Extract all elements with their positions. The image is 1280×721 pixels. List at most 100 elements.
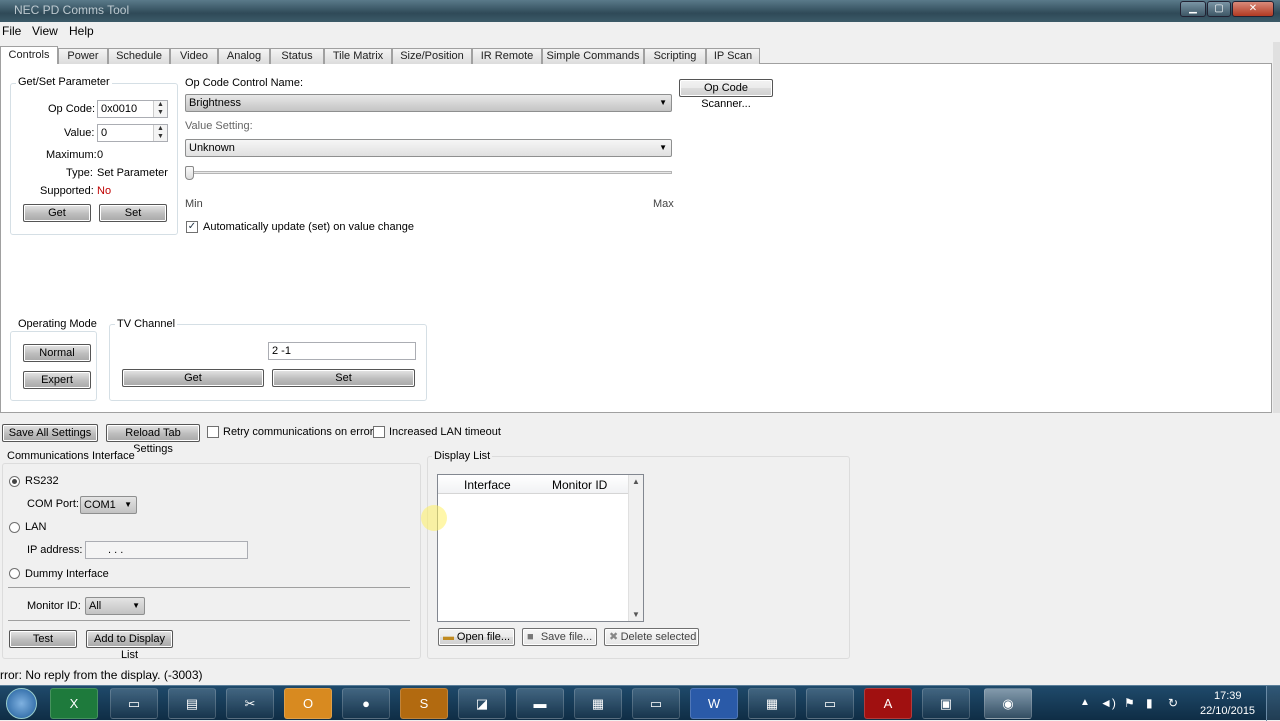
tab-size-position[interactable]: Size/Position [392,48,472,64]
save-all-settings-button[interactable]: Save All Settings [2,424,98,442]
slider-min-label: Min [185,198,203,210]
tab-status[interactable]: Status [270,48,324,64]
open-file-label: Open file... [456,631,511,643]
menu-file[interactable]: File [2,24,21,38]
disk-icon: ■ [527,631,534,643]
dummy-interface-radio[interactable] [9,568,20,579]
show-hidden-icons-icon[interactable]: ▲ [1080,697,1090,708]
close-button[interactable]: ✕ [1232,1,1274,17]
tv-channel-input[interactable]: 2 -1 [268,342,416,360]
calculator-icon[interactable]: ▦ [748,688,796,719]
network-tool-icon[interactable]: ▦ [574,688,622,719]
chrome-icon[interactable]: ● [342,688,390,719]
lan-radio[interactable] [9,522,20,533]
snipping-tool-icon[interactable]: ✂ [226,688,274,719]
tv-channel-set-button[interactable]: Set [272,369,415,387]
auto-update-checkbox[interactable]: ✓ [186,221,198,233]
opcode-input[interactable]: 0x0010 ▲ ▼ [97,100,168,118]
com-port-label: COM Port: [27,498,79,510]
monitor-id-select[interactable]: All ▼ [85,597,145,615]
reload-tab-settings-button[interactable]: Reload Tab Settings [106,424,200,455]
tv-channel-get-button[interactable]: Get [122,369,264,387]
menu-help[interactable]: Help [69,24,94,38]
status-message: rror: No reply from the display. (-3003) [0,668,203,682]
normal-mode-button[interactable]: Normal [23,344,91,362]
open-file-button[interactable]: ▬ Open file... [438,628,515,646]
show-desktop-button[interactable] [1266,686,1280,721]
clock-time[interactable]: 17:39 [1214,690,1242,702]
retry-checkbox[interactable] [207,426,219,438]
volume-icon[interactable]: ◄) [1100,696,1116,710]
menu-view[interactable]: View [32,24,58,38]
comm-interface-legend: Communications Interface [5,450,137,462]
com-port-select[interactable]: COM1 ▼ [80,496,137,514]
start-orb-icon[interactable] [6,688,37,719]
lan-timeout-checkbox[interactable] [373,426,385,438]
tab-power[interactable]: Power [58,48,108,64]
app-icon[interactable]: ◪ [458,688,506,719]
test-button[interactable]: Test [9,630,77,648]
value-slider-thumb[interactable] [185,166,194,180]
window-icon[interactable]: ▭ [806,688,854,719]
tab-video[interactable]: Video [170,48,218,64]
window-title: NEC PD Comms Tool [14,3,130,17]
scroll-down-icon[interactable]: ▼ [632,610,640,619]
maximize-button[interactable]: ▢ [1207,1,1231,17]
opcode-name-value: Brightness [189,97,241,109]
add-to-display-list-button[interactable]: Add to Display List [86,630,173,661]
tab-schedule[interactable]: Schedule [108,48,170,64]
tab-tile-matrix[interactable]: Tile Matrix [324,48,392,64]
tab-scripting[interactable]: Scripting [644,48,706,64]
document-icon[interactable]: ▤ [168,688,216,719]
acrobat-icon[interactable]: A [864,688,912,719]
delete-selected-button[interactable]: ✖ Delete selected [604,628,699,646]
clock-date[interactable]: 22/10/2015 [1200,705,1255,717]
file-explorer-icon[interactable]: ▬ [516,688,564,719]
sync-icon[interactable]: ↻ [1168,696,1178,710]
column-interface[interactable]: Interface [464,478,511,492]
scroll-up-icon[interactable]: ▲ [632,477,640,486]
sublime-icon[interactable]: S [400,688,448,719]
getset-set-button[interactable]: Set [99,204,167,222]
opcode-scanner-button[interactable]: Op Code Scanner... [679,79,773,110]
tab-analog[interactable]: Analog [218,48,270,64]
ip-address-label: IP address: [27,544,83,556]
opcode-spinner[interactable]: ▲ ▼ [153,101,167,117]
save-file-label: Save file... [540,631,593,643]
ip-address-input[interactable]: . . . [85,541,248,559]
minimize-button[interactable]: ▁ [1180,1,1206,17]
value-input[interactable]: 0 ▲ ▼ [97,124,168,142]
terminal-icon[interactable]: ▭ [110,688,158,719]
network-icon[interactable]: ▮ [1146,696,1153,710]
command-prompt-icon[interactable]: ▭ [632,688,680,719]
expert-mode-button[interactable]: Expert [23,371,91,389]
value-setting-select[interactable]: Unknown ▼ [185,139,672,157]
getset-legend: Get/Set Parameter [16,76,112,88]
value-spinner[interactable]: ▲ ▼ [153,125,167,141]
outlook-icon[interactable]: O [284,688,332,719]
comm-divider-2 [8,620,410,621]
getset-get-button[interactable]: Get [23,204,91,222]
word-icon[interactable]: W [690,688,738,719]
column-monitor-id[interactable]: Monitor ID [552,478,607,492]
tab-ip-scan[interactable]: IP Scan [706,48,760,64]
save-file-button[interactable]: ■ Save file... [522,628,597,646]
tab-simple-commands[interactable]: Simple Commands [542,48,644,64]
remote-desktop-icon[interactable]: ▣ [922,688,970,719]
list-scrollbar[interactable]: ▲ ▼ [628,475,643,621]
folder-icon: ▬ [443,631,454,643]
panel-scrollbar[interactable] [1273,42,1280,413]
opcode-value: 0x0010 [101,103,138,115]
mouse-cursor-highlight [421,505,447,531]
monitor-id-label: Monitor ID: [27,600,81,612]
excel-icon[interactable]: X [50,688,98,719]
type-label: Type: [66,167,93,179]
value-slider-track[interactable] [187,171,672,174]
opcode-name-select[interactable]: Brightness ▼ [185,94,672,112]
tab-ir-remote[interactable]: IR Remote [472,48,542,64]
flag-icon[interactable]: ⚑ [1124,696,1135,710]
tab-controls[interactable]: Controls [0,46,58,65]
nec-tool-icon[interactable]: ◉ [984,688,1032,719]
rs232-radio[interactable] [9,476,20,487]
display-list-table[interactable]: Interface Monitor ID ▲ ▼ [437,474,644,622]
